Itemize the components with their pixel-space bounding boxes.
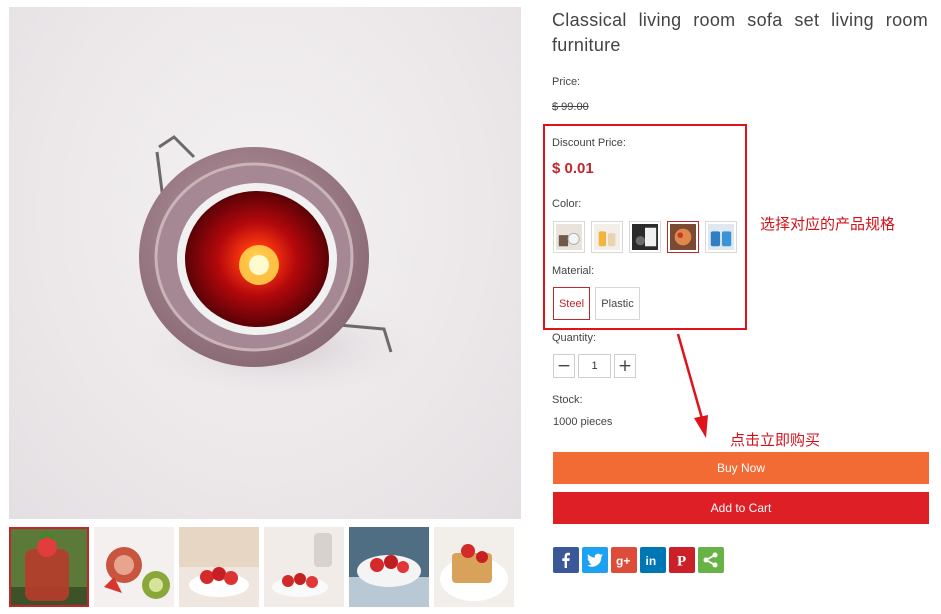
linkedin-share-button[interactable]: in xyxy=(640,547,666,573)
kitchen-items-swatch xyxy=(556,224,582,250)
quantity-label: Quantity: xyxy=(552,332,597,344)
thumbnail-6[interactable] xyxy=(434,527,514,607)
thumbnail-1[interactable] xyxy=(9,527,89,607)
material-options: Steel Plastic xyxy=(553,287,640,320)
thumbnail-strip xyxy=(9,527,514,607)
stock-label: Stock: xyxy=(552,394,583,406)
twitter-share-button[interactable] xyxy=(582,547,608,573)
dark-items-swatch xyxy=(632,224,658,250)
svg-text:in: in xyxy=(646,554,657,568)
strawberry-bowl-thumb xyxy=(179,527,259,607)
price-label: Price: xyxy=(552,76,581,88)
blue-containers-swatch xyxy=(708,224,734,250)
color-swatch-1[interactable] xyxy=(553,221,585,253)
material-steel-button[interactable]: Steel xyxy=(553,287,590,320)
quantity-increase-button[interactable]: + xyxy=(614,354,636,378)
main-product-image xyxy=(9,7,521,519)
strawberry-boat-thumb xyxy=(349,527,429,607)
material-plastic-button[interactable]: Plastic xyxy=(595,287,640,320)
jars-swatch xyxy=(594,224,620,250)
color-swatch-2[interactable] xyxy=(591,221,623,253)
thumbnail-4[interactable] xyxy=(264,527,344,607)
discount-price: $ 0.01 xyxy=(552,160,594,177)
share-other-button[interactable] xyxy=(698,547,724,573)
strawberry-dish-thumb xyxy=(264,527,344,607)
quantity-input[interactable] xyxy=(578,354,611,378)
thumbnail-5[interactable] xyxy=(349,527,429,607)
color-swatch-4[interactable] xyxy=(667,221,699,253)
strawberry-kiwi-thumb xyxy=(94,527,174,607)
share-bar: g+ in P xyxy=(553,547,724,573)
svg-text:g+: g+ xyxy=(616,554,630,568)
discount-price-label: Discount Price: xyxy=(552,137,626,149)
stock-value: 1000 pieces xyxy=(553,416,613,428)
color-label: Color: xyxy=(552,198,582,210)
click-buy-annotation: 点击立即购买 xyxy=(730,431,821,449)
color-swatches xyxy=(553,221,737,253)
quantity-decrease-button[interactable]: − xyxy=(553,354,575,378)
facebook-icon xyxy=(562,552,570,568)
thumbnail-3[interactable] xyxy=(179,527,259,607)
linkedin-icon: in xyxy=(646,554,657,568)
google-plus-share-button[interactable]: g+ xyxy=(611,547,637,573)
buy-now-button[interactable]: Buy Now xyxy=(553,452,929,484)
color-swatch-3[interactable] xyxy=(629,221,661,253)
thumbnail-2[interactable] xyxy=(94,527,174,607)
twitter-icon xyxy=(587,553,603,567)
downlight-illustration xyxy=(129,135,429,402)
strawberry-jar-thumb xyxy=(9,527,89,607)
arrow-down-icon xyxy=(676,333,708,438)
food-plate-swatch xyxy=(670,224,696,250)
select-spec-annotation: 选择对应的产品规格 xyxy=(760,215,896,233)
color-swatch-5[interactable] xyxy=(705,221,737,253)
svg-text:P: P xyxy=(677,554,686,570)
share-icon xyxy=(703,552,718,568)
pinterest-share-button[interactable]: P xyxy=(669,547,695,573)
facebook-share-button[interactable] xyxy=(553,547,579,573)
google-plus-icon: g+ xyxy=(616,554,630,568)
material-label: Material: xyxy=(552,265,595,277)
add-to-cart-button[interactable]: Add to Cart xyxy=(553,492,929,524)
product-title: Classical living room sofa set living ro… xyxy=(552,10,928,55)
original-price: $ 99.00 xyxy=(552,101,589,113)
waffle-thumb xyxy=(434,527,514,607)
quantity-stepper: − + xyxy=(553,354,636,378)
pinterest-icon: P xyxy=(677,554,686,570)
